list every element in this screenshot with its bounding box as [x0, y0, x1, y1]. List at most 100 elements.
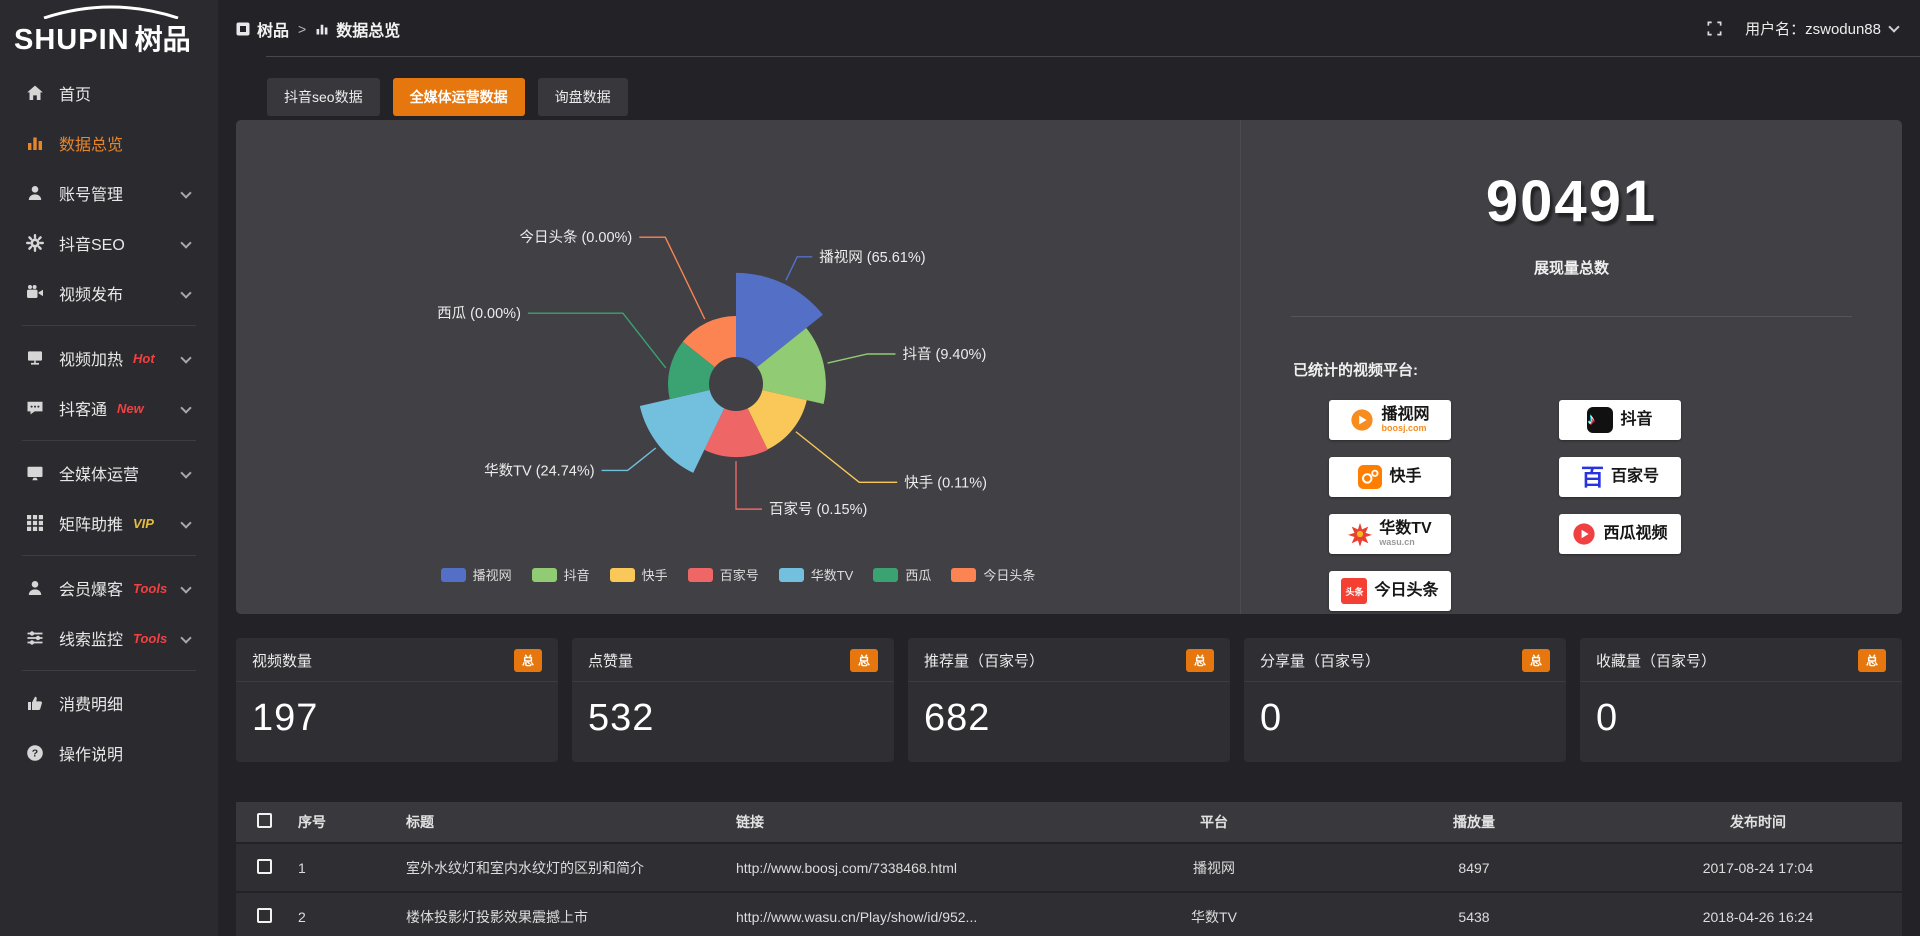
legend-item[interactable]: 今日头条: [951, 565, 1035, 584]
platform-badges: 播视网boosj.com 快手 华数TVwasu.cn 头条 今日头条: [1329, 400, 1902, 611]
cell-url-link[interactable]: http://www.wasu.cn/Play/show/id/952...: [726, 893, 1094, 936]
tab-omnimedia-operation-data[interactable]: 全媒体运营数据: [393, 78, 525, 116]
summary-divider: [1291, 316, 1852, 317]
platform-badge-kuaishou: 快手: [1329, 457, 1451, 497]
chart-legend: 播视网 抖音 快手 百家号 华数TV 西瓜 今日头条: [236, 565, 1240, 584]
cell-title-link[interactable]: 室外水纹灯和室内水纹灯的区别和简介: [396, 844, 726, 891]
chevron-down-icon: [180, 237, 191, 248]
menu-divider: [22, 555, 196, 556]
thumbs-up-icon: [26, 694, 46, 712]
stat-card-recommendations: 推荐量（百家号）总 682: [908, 638, 1230, 762]
label-line-1: [828, 354, 896, 363]
sidebar-item-video-publish[interactable]: 视频发布: [0, 268, 218, 318]
sidebar-item-doketong[interactable]: 抖客通 New: [0, 383, 218, 433]
cell-platform: 华数TV: [1094, 893, 1334, 936]
sidebar-item-home[interactable]: 首页: [0, 68, 218, 118]
platform-badge-toutiao: 头条 今日头条: [1329, 571, 1451, 611]
sliders-icon: [26, 629, 46, 647]
cell-publish-time: 2018-04-26 16:24: [1614, 893, 1902, 936]
question-circle-icon: ?: [26, 744, 46, 762]
legend-item[interactable]: 百家号: [688, 565, 759, 584]
table-header-row: 序号 标题 链接 平台 播放量 发布时间: [236, 802, 1902, 842]
platform-badge-wasu: 华数TVwasu.cn: [1329, 514, 1451, 554]
fullscreen-icon[interactable]: [1706, 20, 1723, 37]
videos-table: 序号 标题 链接 平台 播放量 发布时间 1 室外水纹灯和室内水纹灯的区别和简介…: [236, 800, 1902, 936]
legend-item[interactable]: 抖音: [532, 565, 590, 584]
sidebar-item-douyin-seo[interactable]: 抖音SEO: [0, 218, 218, 268]
tab-inquiry-data[interactable]: 询盘数据: [538, 78, 628, 116]
select-all-checkbox[interactable]: [257, 813, 272, 828]
legend-swatch: [873, 568, 898, 582]
tab-douyin-seo-data[interactable]: 抖音seo数据: [267, 78, 380, 116]
label-line-0: [786, 257, 812, 280]
toutiao-icon: 头条: [1341, 578, 1367, 604]
chat-bubble-icon: [26, 399, 46, 417]
chevron-down-icon: [180, 582, 191, 593]
pie-slice-4[interactable]: [640, 390, 724, 473]
sidebar-item-lead-monitoring[interactable]: 线索监控 Tools: [0, 613, 218, 663]
grid-icon: [26, 514, 46, 532]
video-camera-icon: [26, 284, 46, 302]
sidebar-item-member-burst[interactable]: 会员爆客 Tools: [0, 563, 218, 613]
total-badge: 总: [514, 649, 542, 672]
menu-divider: [22, 325, 196, 326]
breadcrumb-root[interactable]: 树品: [257, 17, 289, 41]
sidebar-item-data-overview[interactable]: 数据总览: [0, 118, 218, 168]
pie-label-4: 华数TV (24.74%): [484, 462, 594, 479]
impressions-total-label: 展现量总数: [1241, 257, 1902, 278]
sidebar-item-consumption-detail[interactable]: 消费明细: [0, 678, 218, 728]
sidebar-item-omnimedia-operation[interactable]: 全媒体运营: [0, 448, 218, 498]
row-checkbox[interactable]: [257, 908, 272, 923]
label-line-5: [528, 313, 666, 368]
legend-swatch: [779, 568, 804, 582]
sidebar-item-video-heating[interactable]: 视频加热 Hot: [0, 333, 218, 383]
legend-item[interactable]: 播视网: [441, 565, 512, 584]
stat-value: 0: [1580, 682, 1902, 740]
cell-title-link[interactable]: 楼体投影灯投影效果震撼上市: [396, 893, 726, 936]
label-line-4: [602, 448, 656, 470]
rose-chart[interactable]: 播视网 (65.61%)抖音 (9.40%)快手 (0.11%)百家号 (0.1…: [236, 132, 1240, 562]
total-badge: 总: [1858, 649, 1886, 672]
legend-item[interactable]: 华数TV: [779, 565, 854, 584]
chevron-down-icon: [180, 402, 191, 413]
monitor-icon: [26, 464, 46, 482]
legend-item[interactable]: 快手: [610, 565, 668, 584]
stat-card-video-count: 视频数量总 197: [236, 638, 558, 762]
platforms-title: 已统计的视频平台:: [1293, 359, 1902, 380]
bar-chart-icon: [315, 22, 329, 36]
topbar: 树品 > 数据总览 用户名：zswodun88: [218, 0, 1920, 57]
chevron-down-icon: [1888, 21, 1899, 32]
douyin-icon: ♪: [1587, 407, 1613, 433]
breadcrumb-current: 数据总览: [336, 17, 400, 41]
wasu-icon: [1348, 522, 1372, 546]
chevron-down-icon: [180, 187, 191, 198]
sidebar-item-operation-guide[interactable]: ? 操作说明: [0, 728, 218, 778]
pie-label-1: 抖音 (9.40%): [902, 346, 986, 363]
legend-swatch: [688, 568, 713, 582]
platform-badge-douyin: ♪ 抖音: [1559, 400, 1681, 440]
kuaishou-icon: [1358, 465, 1382, 489]
cell-url-link[interactable]: http://www.boosj.com/7338468.html: [726, 844, 1094, 891]
pie-label-5: 西瓜 (0.00%): [437, 306, 521, 322]
vip-tag: VIP: [133, 516, 154, 531]
total-badge: 总: [1186, 649, 1214, 672]
home-icon: [26, 84, 46, 102]
sidebar-item-matrix-boost[interactable]: 矩阵助推 VIP: [0, 498, 218, 548]
chevron-down-icon: [180, 632, 191, 643]
total-badge: 总: [850, 649, 878, 672]
impressions-total-value: 90491: [1241, 168, 1902, 235]
user-menu[interactable]: 用户名：zswodun88: [1745, 18, 1898, 39]
cell-play-count: 8497: [1334, 844, 1614, 891]
bar-chart-icon: [26, 134, 46, 152]
breadcrumb: 树品 > 数据总览: [236, 17, 400, 41]
row-checkbox[interactable]: [257, 859, 272, 874]
stat-card-likes: 点赞量总 532: [572, 638, 894, 762]
sidebar-item-account-management[interactable]: 账号管理: [0, 168, 218, 218]
user-icon: [26, 184, 46, 202]
person-icon: [26, 579, 46, 597]
stat-card-shares: 分享量（百家号）总 0: [1244, 638, 1566, 762]
breadcrumb-separator: >: [298, 21, 306, 37]
legend-item[interactable]: 西瓜: [873, 565, 931, 584]
menu-divider: [22, 440, 196, 441]
table-row: 1 室外水纹灯和室内水纹灯的区别和简介 http://www.boosj.com…: [236, 844, 1902, 891]
